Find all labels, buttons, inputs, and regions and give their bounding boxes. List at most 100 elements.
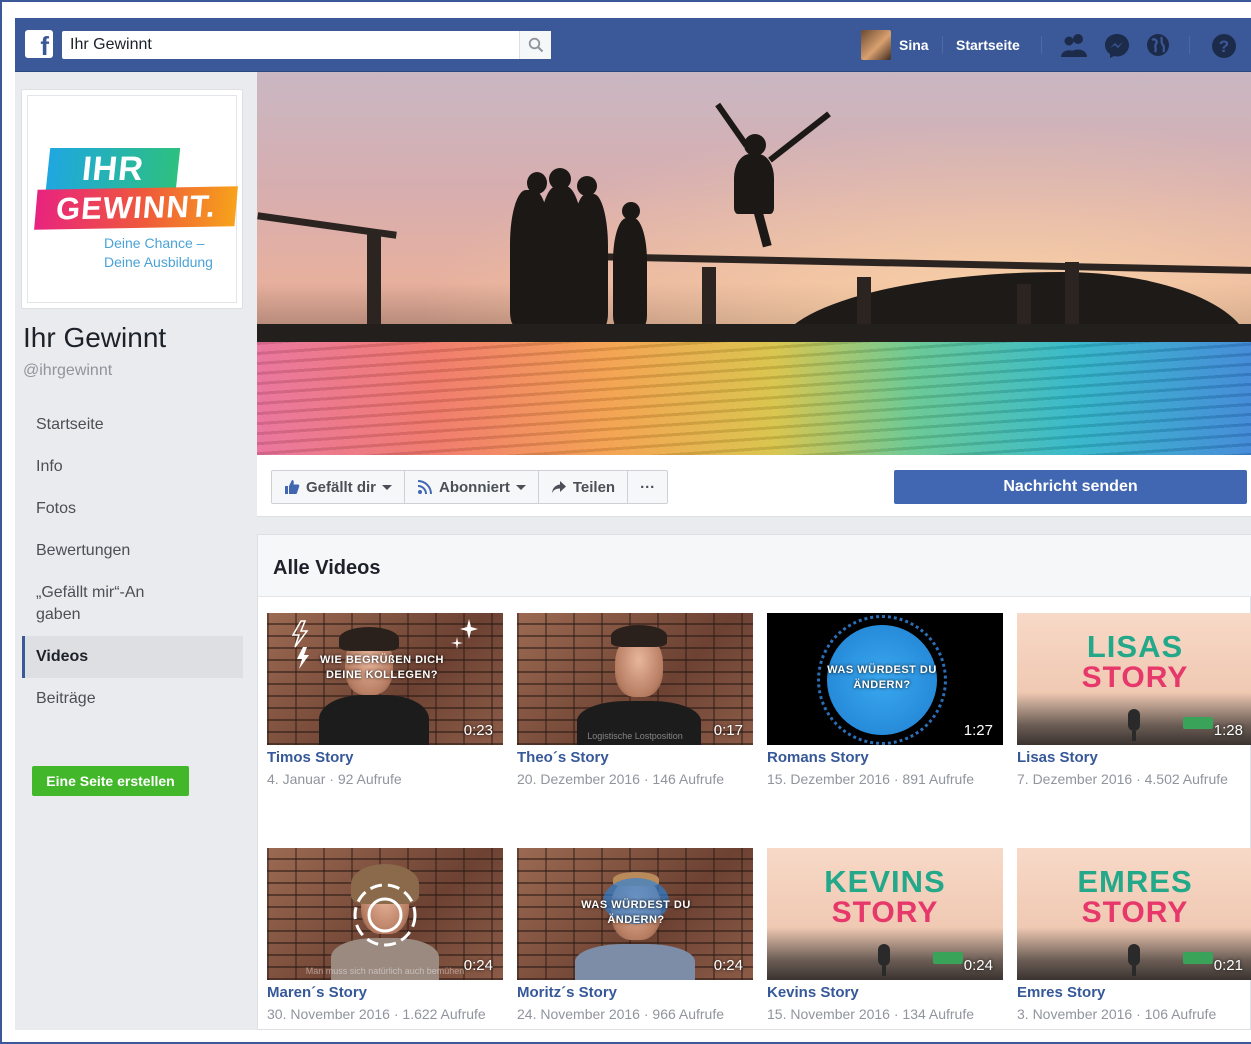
video-thumbnail[interactable]: LISAS STORY 1:28 [1017,613,1251,745]
microphone-icon [1132,731,1136,741]
microphone-icon [1128,709,1140,731]
video-card[interactable]: Man muss sich natürlich auch bemühen 0:2… [267,848,503,1025]
nav-item-info[interactable]: Info [22,446,243,488]
globe-notifications-icon[interactable] [1146,33,1170,57]
video-meta: 7. Dezember 2016 · 4.502 Aufrufe [1017,771,1228,787]
video-title[interactable]: Lisas Story [1017,748,1251,768]
nav-item-gefaellt-mir[interactable]: „Gefällt mir“-Angaben [22,572,243,636]
cover-dock [257,324,1251,342]
nav-item-label: Beiträge [36,690,96,707]
video-title[interactable]: Moritz´s Story [517,983,753,1003]
video-title[interactable]: Kevins Story [767,983,1003,1003]
video-overlay-text: LISAS [1086,629,1184,664]
cover-post [1065,262,1079,332]
send-message-button[interactable]: Nachricht senden [894,470,1247,504]
video-thumbnail[interactable]: WAS WÜRDEST DU ÄNDERN? 0:24 [517,848,753,980]
page-logo: IHR GEWINNT. Deine Chance – Deine Ausbil… [27,95,238,303]
profile-picture[interactable]: IHR GEWINNT. Deine Chance – Deine Ausbil… [21,89,243,309]
video-duration: 0:23 [463,722,493,739]
video-meta: 15. Dezember 2016 · 891 Aufrufe [767,771,975,787]
video-card[interactable]: WIE BEGRÜßEN DICH DEINE KOLLEGEN? 0:23 T… [267,613,503,790]
sparkle-icon [451,619,478,649]
thumbs-up-icon [284,479,300,495]
video-overlay-text: WAS WÜRDEST DU ÄNDERN? [581,899,691,926]
video-thumbnail[interactable]: WAS WÜRDEST DU ÄNDERN? 1:27 [767,613,1003,745]
video-title[interactable]: Romans Story [767,748,1003,768]
nav-item-videos[interactable]: Videos [22,636,243,678]
nav-item-beitraege[interactable]: Beiträge [22,678,243,720]
rss-icon [417,479,433,495]
friends-icon[interactable] [1060,33,1088,57]
video-card[interactable]: Logistische Lostposition 0:17 Theo´s Sto… [517,613,753,790]
share-arrow-icon [551,480,567,494]
video-title[interactable]: Emres Story [1017,983,1251,1003]
video-meta: 30. November 2016 · 1.622 Aufrufe [267,1006,486,1022]
video-title[interactable]: Theo´s Story [517,748,753,768]
video-title[interactable]: Maren´s Story [267,983,503,1003]
video-thumbnail[interactable]: WIE BEGRÜßEN DICH DEINE KOLLEGEN? 0:23 [267,613,503,745]
video-card[interactable]: EMRES STORY 0:21 Emres Story 3. November… [1017,848,1251,1025]
video-thumbnail[interactable]: EMRES STORY 0:21 [1017,848,1251,980]
video-caption: Logistische Lostposition [587,731,683,741]
facebook-logo-icon[interactable]: f [25,30,53,58]
video-card[interactable]: LISAS STORY 1:28 Lisas Story 7. Dezember… [1017,613,1251,790]
search-box [62,31,551,59]
nav-item-fotos[interactable]: Fotos [22,488,243,530]
video-meta: 20. Dezember 2016 · 146 Aufrufe [517,771,725,787]
video-meta: 24. November 2016 · 966 Aufrufe [517,1006,725,1022]
video-overlay-text: WIE BEGRÜßEN DICH DEINE KOLLEGEN? [320,654,444,681]
channel-badge [933,952,963,964]
search-icon [528,37,544,53]
video-thumbnail[interactable]: Logistische Lostposition 0:17 [517,613,753,745]
video-card[interactable]: WAS WÜRDEST DU ÄNDERN? 0:24 Moritz´s Sto… [517,848,753,1025]
search-button[interactable] [519,31,551,59]
cover-photo[interactable] [257,72,1251,455]
microphone-icon [882,966,886,976]
left-sidebar: IHR GEWINNT. Deine Chance – Deine Ausbil… [15,72,257,1030]
chevron-down-icon [382,484,393,490]
messenger-icon[interactable] [1104,33,1130,59]
more-options-button[interactable]: ··· [628,471,667,503]
search-input[interactable] [62,31,516,59]
video-meta: 3. November 2016 · 106 Aufrufe [1017,1006,1217,1022]
nav-item-bewertungen[interactable]: Bewertungen [22,530,243,572]
video-title[interactable]: Timos Story [267,748,503,768]
video-duration: 0:24 [963,957,993,974]
logo-tagline: Deine Chance – Deine Ausbildung [104,234,244,272]
create-page-button[interactable]: Eine Seite erstellen [32,766,189,796]
videos-section: Alle Videos WIE BEGRÜßEN DICH DEINE KOLL… [257,534,1251,1030]
page-title[interactable]: Ihr Gewinnt [23,322,166,354]
microphone-icon [878,944,890,966]
page-handle[interactable]: @ihrgewinnt [23,362,112,380]
facebook-page: f Sina Startseite [15,18,1251,1030]
video-thumbnail[interactable]: Man muss sich natürlich auch bemühen 0:2… [267,848,503,980]
person-image [339,627,399,651]
profile-link[interactable]: Sina [861,30,929,60]
home-link[interactable]: Startseite [956,37,1020,53]
follow-button[interactable]: Abonniert [405,471,539,503]
avatar [861,30,891,60]
logo-text-ihr: IHR [45,148,181,190]
channel-badge [1183,717,1213,729]
microphone-icon [1132,966,1136,976]
video-card[interactable]: KEVINS STORY 0:24 Kevins Story 15. Novem… [767,848,1003,1025]
person-image [575,944,695,980]
video-overlay-text: STORY [1081,661,1189,694]
video-caption: Man muss sich natürlich auch bemühen [305,966,465,976]
share-button[interactable]: Teilen [539,471,629,503]
cover-person [577,176,597,196]
like-button[interactable]: Gefällt dir [272,471,406,503]
videos-header: Alle Videos [258,535,1251,597]
share-button-label: Teilen [572,478,616,496]
logo-text-gewinnt: GEWINNT. [34,186,238,230]
video-thumbnail[interactable]: KEVINS STORY 0:24 [767,848,1003,980]
video-card[interactable]: WAS WÜRDEST DU ÄNDERN? 1:27 Romans Story… [767,613,1003,790]
nav-item-startseite[interactable]: Startseite [22,404,243,446]
section-title: Alle Videos [273,557,381,579]
video-duration: 1:28 [1213,722,1243,739]
nav-item-label: Fotos [36,500,77,517]
help-icon[interactable]: ? [1211,33,1237,59]
divider [942,36,943,54]
chevron-down-icon [515,484,526,490]
cover-person [613,218,647,326]
